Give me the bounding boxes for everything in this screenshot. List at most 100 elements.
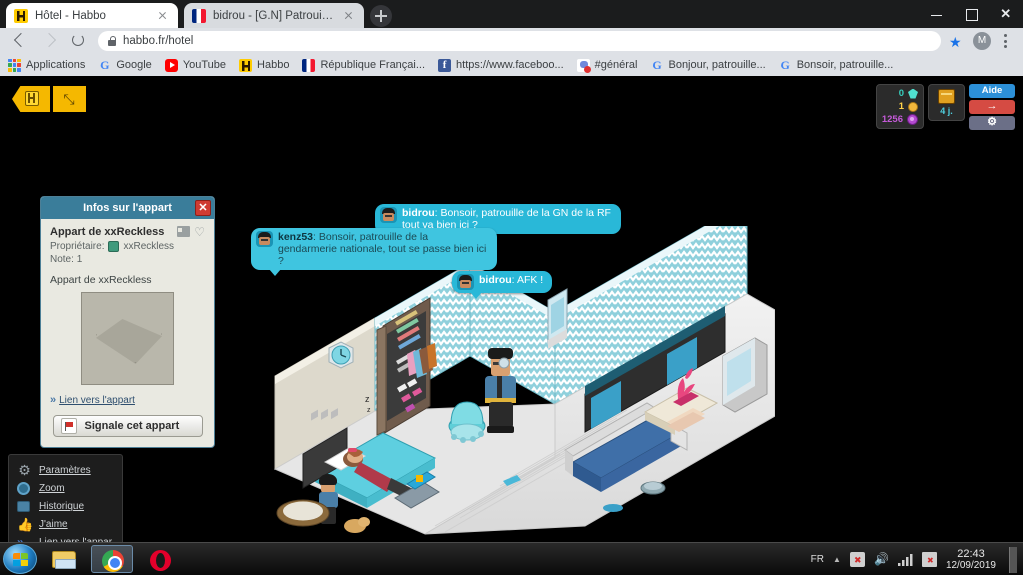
forward-button[interactable] bbox=[36, 30, 64, 52]
action-center-icon[interactable] bbox=[921, 552, 937, 567]
url-text: habbo.fr/hotel bbox=[123, 35, 194, 47]
bookmark-label: Bonsoir, patrouille... bbox=[796, 59, 894, 71]
fullscreen-button[interactable]: ⤡ bbox=[53, 86, 86, 112]
habbo-club-panel[interactable]: 4 j. bbox=[928, 84, 965, 121]
minimize-button[interactable] bbox=[919, 0, 954, 28]
diamonds-row: 0 bbox=[882, 88, 918, 99]
google-g-icon: G bbox=[652, 57, 662, 72]
opera-task[interactable] bbox=[139, 545, 181, 573]
bookmark-youtube[interactable]: YouTube bbox=[164, 58, 227, 72]
owner-name[interactable]: xxReckless bbox=[123, 241, 174, 252]
show-desktop-button[interactable] bbox=[1009, 546, 1017, 573]
magnifier-icon bbox=[17, 481, 32, 496]
report-room-button[interactable]: Signale cet appart bbox=[52, 415, 203, 437]
room-info-window: Infos sur l'appart ✕ Appart de xxReckles… bbox=[40, 196, 215, 448]
settings-button[interactable] bbox=[969, 115, 1015, 130]
chat-username: bidrou bbox=[402, 207, 435, 219]
bookmark-label: Bonjour, patrouille... bbox=[668, 59, 766, 71]
hud-action-buttons: Aide bbox=[969, 84, 1015, 130]
bookmarks-bar: Applications G Google YouTube Habbo Répu… bbox=[0, 54, 1023, 76]
home-icon[interactable] bbox=[177, 226, 191, 237]
chat-username: kenz53 bbox=[278, 231, 314, 243]
screen: Hôtel - Habbo bidrou - [G.N] Patrouille … bbox=[0, 0, 1023, 575]
chevrons-right-icon: » bbox=[50, 394, 56, 406]
help-button[interactable]: Aide bbox=[969, 84, 1015, 98]
owner-badge-icon bbox=[108, 241, 120, 252]
context-item-label: Historique bbox=[39, 500, 85, 512]
address-bar[interactable]: habbo.fr/hotel bbox=[98, 31, 941, 51]
system-tray: FR ▲ 🔊 22:43 12/09/2019 bbox=[811, 543, 1017, 575]
room-name: Appart de xxReckless bbox=[50, 226, 165, 238]
bookmark-star-icon[interactable]: ★ bbox=[949, 33, 965, 50]
context-item-historique[interactable]: Historique bbox=[9, 497, 122, 515]
clock-time: 22:43 bbox=[957, 547, 985, 560]
context-item-parametres[interactable]: ⚙ Paramètres bbox=[9, 461, 122, 479]
maximize-button[interactable] bbox=[954, 0, 989, 28]
close-icon[interactable] bbox=[155, 8, 170, 23]
bookmark-label: YouTube bbox=[182, 59, 227, 71]
bookmark-applications[interactable]: Applications bbox=[8, 58, 85, 72]
start-button[interactable] bbox=[3, 544, 37, 574]
duckets-value: 1256 bbox=[881, 114, 903, 125]
back-button[interactable] bbox=[8, 30, 36, 52]
signal-icon[interactable] bbox=[897, 552, 913, 567]
network-icon[interactable] bbox=[849, 552, 865, 567]
habbo-client: ⤡ 0 1 1256 4 j. Aide → ⚙ z z bidrou: Bon… bbox=[0, 76, 1023, 542]
context-item-jaime[interactable]: 👍 J'aime bbox=[9, 515, 122, 533]
svg-text:z: z bbox=[365, 394, 370, 404]
room-link-row[interactable]: » Lien vers l'appart bbox=[50, 394, 205, 406]
chat-message: AFK ! bbox=[516, 274, 544, 286]
apps-grid-icon bbox=[8, 58, 21, 72]
room-thumbnail-outline bbox=[96, 314, 162, 363]
bookmark-bonjour-patrouille[interactable]: G Bonjour, patrouille... bbox=[650, 57, 766, 72]
show-hidden-icons-button[interactable]: ▲ bbox=[833, 555, 841, 564]
new-tab-button[interactable] bbox=[370, 5, 392, 27]
bookmark-bonsoir-patrouille[interactable]: G Bonsoir, patrouille... bbox=[779, 58, 894, 72]
club-icon bbox=[938, 89, 955, 104]
clock[interactable]: 22:43 12/09/2019 bbox=[946, 548, 996, 572]
windows-taskbar: FR ▲ 🔊 22:43 12/09/2019 bbox=[0, 542, 1023, 575]
context-item-zoom[interactable]: Zoom bbox=[9, 479, 122, 497]
google-g-icon: G bbox=[100, 57, 110, 72]
chat-bubble-bidrou-2[interactable]: bidrou: AFK ! bbox=[452, 271, 553, 299]
bookmark-google[interactable]: G Google bbox=[98, 57, 152, 72]
browser-tab-bidrou[interactable]: bidrou - [G.N] Patrouille de bidro bbox=[184, 3, 364, 28]
chrome-menu-button[interactable] bbox=[995, 32, 1015, 50]
reload-button[interactable] bbox=[64, 30, 92, 52]
tab-title: Hôtel - Habbo bbox=[35, 9, 106, 22]
bookmark-label: #général bbox=[594, 59, 638, 71]
rating-label: Note: bbox=[50, 254, 74, 265]
clock-date: 12/09/2019 bbox=[945, 559, 996, 571]
file-explorer-task[interactable] bbox=[43, 545, 85, 573]
profile-avatar[interactable]: M bbox=[973, 32, 991, 50]
bookmark-general[interactable]: #général bbox=[576, 58, 638, 73]
language-indicator[interactable]: FR bbox=[811, 554, 824, 565]
bookmark-facebook[interactable]: f https://www.faceboo... bbox=[438, 58, 564, 72]
credits-panel[interactable]: 0 1 1256 bbox=[875, 84, 924, 129]
chrome-task[interactable] bbox=[91, 545, 133, 573]
client-top-left-buttons: ⤡ bbox=[12, 86, 86, 112]
close-icon[interactable] bbox=[341, 8, 356, 23]
volume-icon[interactable]: 🔊 bbox=[874, 552, 889, 567]
logout-button[interactable] bbox=[969, 99, 1015, 114]
heart-icon[interactable]: ♡ bbox=[194, 226, 205, 238]
room-info-body: Appart de xxReckless ♡ Propriétaire: xxR… bbox=[41, 219, 214, 447]
close-icon[interactable]: ✕ bbox=[195, 200, 211, 216]
habbo-home-button[interactable] bbox=[12, 86, 50, 112]
thumbs-up-icon: 👍 bbox=[17, 516, 34, 532]
room-thumbnail bbox=[81, 292, 174, 385]
bookmark-republique-francaise[interactable]: République Françai... bbox=[302, 58, 425, 72]
avatar bbox=[457, 274, 474, 290]
bookmark-habbo[interactable]: Habbo bbox=[239, 58, 289, 72]
history-icon bbox=[17, 499, 32, 514]
context-item-lien[interactable]: » Lien vers l'appar bbox=[9, 533, 122, 543]
window-controls: ✕ bbox=[919, 0, 1023, 28]
browser-tab-habbo[interactable]: Hôtel - Habbo bbox=[6, 3, 178, 28]
room-context-menu: ⚙ Paramètres Zoom Historique 👍 J'aime » … bbox=[8, 454, 123, 542]
chat-bubble-kenz53[interactable]: kenz53: Bonsoir, patrouille de la gendar… bbox=[251, 228, 497, 276]
close-window-button[interactable]: ✕ bbox=[988, 0, 1023, 28]
french-flag-icon bbox=[192, 8, 206, 23]
room-info-title: Infos sur l'appart bbox=[83, 202, 172, 214]
room-info-action-icons: ♡ bbox=[177, 226, 205, 238]
room-info-titlebar[interactable]: Infos sur l'appart ✕ bbox=[41, 197, 214, 219]
